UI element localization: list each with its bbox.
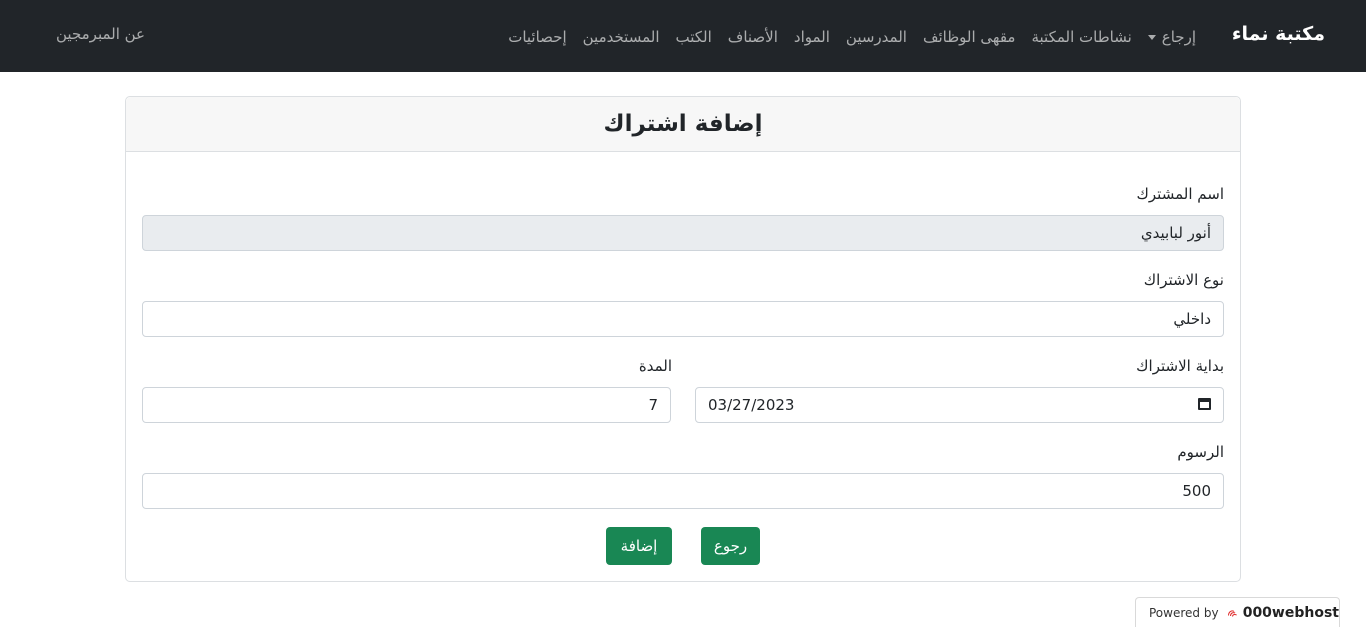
powered-by-text: Powered by — [1149, 605, 1219, 620]
duration-label: المدة — [638, 357, 672, 375]
top-navbar: مكتبة نماء إحصائيات المستخدمين الكتب الأ… — [0, 0, 1366, 72]
hosting-badge[interactable]: Powered by 000webhost — [1135, 597, 1340, 627]
add-button[interactable]: إضافة — [606, 527, 672, 565]
back-button[interactable]: رجوع — [701, 527, 760, 565]
subscription-type-field[interactable]: داخلي — [142, 301, 1224, 337]
card-title: إضافة اشتراك — [126, 97, 1240, 152]
start-date-field[interactable]: 03/27/2023 — [695, 387, 1224, 423]
add-subscription-card: إضافة اشتراك اسم المشترك أنور لبابيدي نو… — [125, 96, 1241, 582]
nav-link-books[interactable]: الكتب — [676, 28, 712, 46]
start-date-label: بداية الاشتراك — [1136, 357, 1224, 375]
nav-link-statistics[interactable]: إحصائيات — [508, 28, 566, 46]
webhost-logo-icon — [1227, 609, 1237, 617]
subscription-type-label: نوع الاشتراك — [1143, 271, 1224, 289]
nav-links: إحصائيات المستخدمين الكتب الأصناف المواد… — [492, 25, 1196, 49]
calendar-icon[interactable] — [1198, 398, 1211, 410]
start-date-value: 03/27/2023 — [708, 396, 795, 414]
fees-label: الرسوم — [1177, 443, 1224, 461]
nav-link-teachers[interactable]: المدرسين — [846, 28, 907, 46]
nav-link-about-programmers[interactable]: عن المبرمجين — [56, 25, 145, 43]
caret-down-icon — [1147, 34, 1156, 40]
nav-dropdown-return[interactable]: إرجاع — [1147, 28, 1196, 46]
nav-link-users[interactable]: المستخدمين — [583, 28, 660, 46]
nav-link-subjects[interactable]: المواد — [794, 28, 830, 46]
duration-field[interactable]: 7 — [142, 387, 671, 423]
navbar-brand[interactable]: مكتبة نماء — [1232, 23, 1325, 45]
nav-link-categories[interactable]: الأصناف — [728, 28, 778, 46]
subscriber-name-label: اسم المشترك — [1136, 185, 1224, 203]
nav-link-jobs-cafe[interactable]: مقهى الوظائف — [923, 28, 1016, 46]
webhost-brand: 000webhost — [1242, 604, 1339, 621]
fees-field[interactable]: 500 — [142, 473, 1224, 509]
subscriber-name-field[interactable]: أنور لبابيدي — [142, 215, 1224, 251]
nav-link-library-activities[interactable]: نشاطات المكتبة — [1031, 28, 1131, 46]
nav-dropdown-return-label: إرجاع — [1161, 28, 1196, 46]
